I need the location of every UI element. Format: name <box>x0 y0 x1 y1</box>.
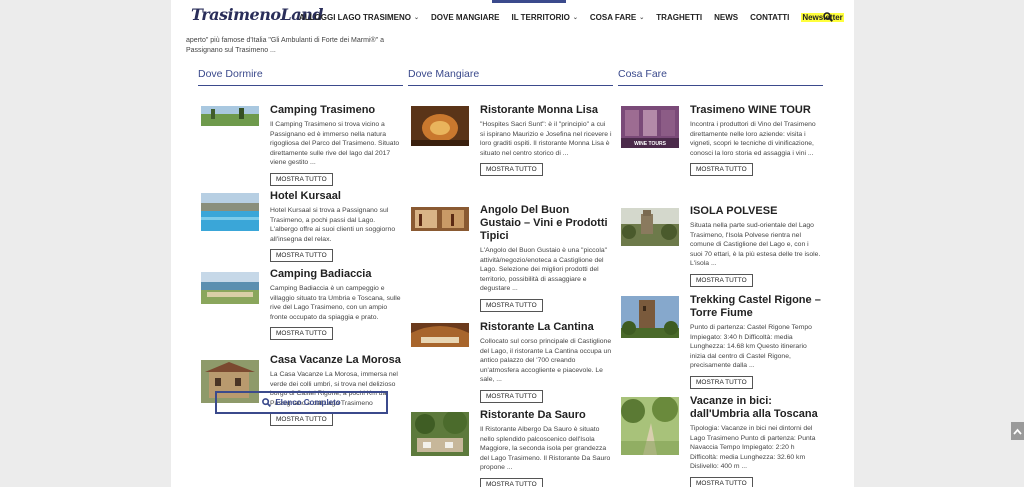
show-more-button[interactable]: MOSTRA TUTTO <box>270 249 333 262</box>
ristorante-la-cantina-image[interactable] <box>411 323 469 347</box>
nav-alloggi[interactable]: ALLOGGI LAGO TRASIMENO ⌄ <box>299 13 419 22</box>
nav-news[interactable]: NEWS <box>714 13 738 22</box>
item-text: Il Ristorante Albergo Da Sauro è situato… <box>480 426 611 471</box>
chevron-down-icon: ⌄ <box>414 15 420 21</box>
chevron-down-icon: ⌄ <box>639 15 645 21</box>
item-text: Incontra i produttori di Vino del Trasim… <box>690 121 816 157</box>
intro-text: aperto" più famose d'Italia "Gli Ambulan… <box>186 37 384 54</box>
item-text: L'Angolo del Buon Gustaio è una "piccola… <box>480 247 608 292</box>
elenco-completo-label: Elenco Completo <box>275 398 341 407</box>
column-title[interactable]: Dove Mangiare <box>408 68 613 86</box>
nav-traghetti[interactable]: TRAGHETTI <box>656 13 702 22</box>
vacanze-in-bici-image[interactable] <box>621 397 679 455</box>
chevron-down-icon: ⌄ <box>572 15 578 21</box>
ristorante-da-sauro-image[interactable] <box>411 412 469 456</box>
nav-contatti[interactable]: CONTATTI <box>750 13 789 22</box>
show-more-button[interactable]: MOSTRA TUTTO <box>480 298 543 312</box>
hotel-kursaal-image[interactable] <box>201 193 259 231</box>
show-more-button[interactable]: MOSTRA TUTTO <box>270 327 333 340</box>
main-nav: ALLOGGI LAGO TRASIMENO ⌄ DOVE MANGIARE IL… <box>299 13 854 22</box>
column-cosa-fare: Cosa Fare WINE TOURS Trasimeno WINE TOUR… <box>618 68 823 487</box>
nav-cosa-fare[interactable]: COSA FARE ⌄ <box>590 13 644 22</box>
show-more-button[interactable]: MOSTRA TUTTO <box>480 163 543 176</box>
column-dove-dormire: Dove Dormire Camping Trasimeno Il Campin… <box>198 68 403 426</box>
isola-polvese-image[interactable] <box>621 208 679 246</box>
scroll-to-top-button[interactable] <box>1011 422 1024 440</box>
page-content: TrasimenoLand ALLOGGI LAGO TRASIMENO ⌄ DO… <box>171 0 854 487</box>
item-title[interactable]: Ristorante Da Sauro <box>480 409 612 422</box>
item-title[interactable]: Casa Vacanze La Morosa <box>270 354 402 367</box>
item-title[interactable]: Hotel Kursaal <box>270 190 402 203</box>
wine-tour-image[interactable]: WINE TOURS <box>621 106 679 148</box>
chevron-up-icon <box>1013 428 1022 435</box>
show-more-button[interactable]: MOSTRA TUTTO <box>480 389 543 403</box>
search-icon <box>262 398 272 407</box>
trekking-castel-rigone-image[interactable] <box>621 296 679 338</box>
item-title[interactable]: Ristorante Monna Lisa <box>480 104 612 117</box>
item-text: "Hospites Sacri Sunt": è il "principio" … <box>480 121 612 157</box>
show-more-button[interactable]: MOSTRA TUTTO <box>270 172 333 186</box>
item-title[interactable]: Vacanze in bici: dall'Umbria alla Toscan… <box>690 395 822 421</box>
show-more-button[interactable]: MOSTRA TUTTO <box>270 413 333 426</box>
item-title[interactable]: Camping Trasimeno <box>270 104 402 117</box>
camping-trasimeno-image[interactable] <box>201 106 259 126</box>
active-nav-indicator <box>492 0 566 3</box>
thumb-caption: WINE TOURS <box>634 141 667 147</box>
camping-badiaccia-image[interactable] <box>201 272 259 304</box>
item-text: Situata nella parte sud-orientale del La… <box>690 222 821 267</box>
show-more-button[interactable]: MOSTRA TUTTO <box>690 163 753 176</box>
nav-territorio[interactable]: IL TERRITORIO ⌄ <box>511 13 577 22</box>
show-more-button[interactable]: MOSTRA TUTTO <box>690 273 753 287</box>
search-icon[interactable] <box>823 12 833 22</box>
item-text: Punto di partenza: Castel Rigone Tempo I… <box>690 324 812 369</box>
ristorante-monna-lisa-image[interactable] <box>411 106 469 146</box>
item-title[interactable]: Trekking Castel Rigone – Torre Fiume <box>690 294 822 320</box>
show-more-button[interactable]: MOSTRA TUTTO <box>690 476 753 487</box>
item-text: Collocato sul corso principale di Castig… <box>480 338 612 383</box>
elenco-completo-button[interactable]: Elenco Completo <box>215 391 388 414</box>
show-more-button[interactable]: MOSTRA TUTTO <box>690 375 753 389</box>
item-title[interactable]: Angolo Del Buon Gustaio – Vini e Prodott… <box>480 204 612 243</box>
item-title[interactable]: Camping Badiaccia <box>270 268 402 281</box>
item-title[interactable]: ISOLA POLVESE <box>690 205 822 218</box>
item-title[interactable]: Trasimeno WINE TOUR <box>690 104 822 117</box>
angolo-del-buon-gustaio-image[interactable] <box>411 207 469 231</box>
nav-dove-mangiare[interactable]: DOVE MANGIARE <box>431 13 499 22</box>
item-text: Hotel Kursaal si trova a Passignano sul … <box>270 207 396 243</box>
item-text: Camping Badiaccia è un campeggio e villa… <box>270 285 401 321</box>
column-dove-mangiare: Dove Mangiare Ristorante Monna Lisa "Hos… <box>408 68 613 487</box>
item-text: Tipologia: Vacanze in bici nei dintorni … <box>690 425 816 470</box>
item-title[interactable]: Ristorante La Cantina <box>480 321 612 334</box>
column-title[interactable]: Dove Dormire <box>198 68 403 86</box>
column-title[interactable]: Cosa Fare <box>618 68 823 86</box>
show-more-button[interactable]: MOSTRA TUTTO <box>480 477 543 487</box>
item-text: Il Camping Trasimeno si trova vicino a P… <box>270 121 400 166</box>
